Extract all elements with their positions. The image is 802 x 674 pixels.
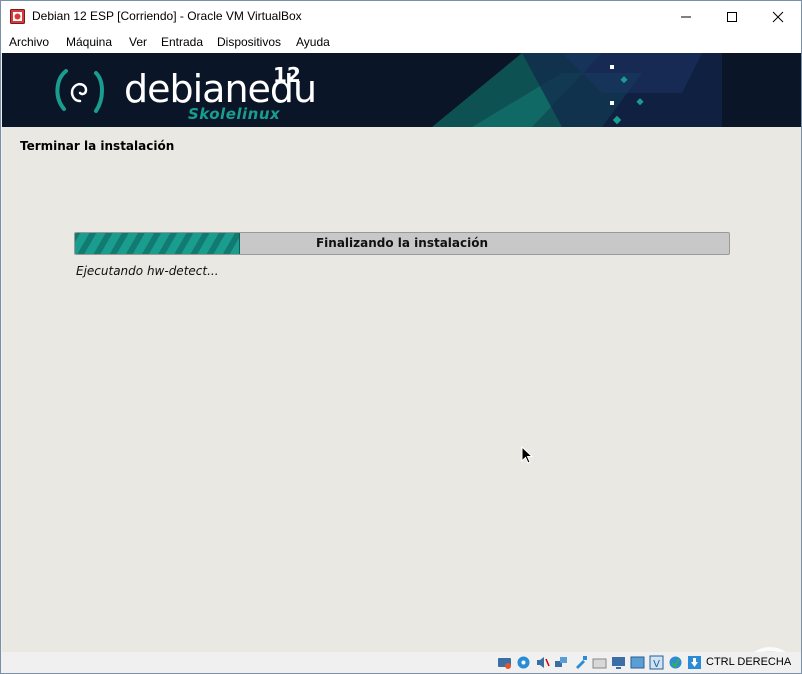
progress-bar-label: Finalizando la instalación	[315, 236, 489, 250]
progress-status-text: Ejecutando hw-detect...	[76, 264, 219, 278]
keyboard-icon[interactable]	[687, 655, 702, 670]
title-bar[interactable]: Debian 12 ESP [Corriendo] - Oracle VM Vi…	[1, 1, 801, 32]
svg-text:V: V	[653, 659, 660, 670]
menu-ayuda[interactable]: Ayuda	[296, 35, 330, 49]
virtualbox-window: Debian 12 ESP [Corriendo] - Oracle VM Vi…	[0, 0, 802, 674]
maximize-icon	[727, 11, 737, 22]
menu-maquina[interactable]: Máquina	[66, 35, 112, 49]
vm-display[interactable]: debianedu 12 Skolelinux Terminar la inst…	[2, 53, 801, 652]
usb-icon[interactable]	[573, 655, 588, 670]
mouse-cursor-icon	[521, 446, 533, 464]
menu-bar: Archivo Máquina Ver Entrada Dispositivos…	[1, 32, 801, 53]
host-key-label: CTRL DERECHA	[706, 656, 792, 668]
video-capture-icon[interactable]	[630, 655, 645, 670]
close-button[interactable]	[755, 1, 801, 32]
skolelinux-subtitle: Skolelinux	[188, 105, 281, 123]
installer-step-title: Terminar la instalación	[20, 139, 175, 153]
debianedu-version: 12	[273, 63, 301, 87]
status-bar: V CTRL DERECHA	[1, 652, 801, 673]
menu-dispositivos[interactable]: Dispositivos	[217, 35, 281, 49]
display-icon[interactable]	[611, 655, 626, 670]
shared-folders-icon[interactable]	[592, 655, 607, 670]
mouse-integration-icon[interactable]: V	[649, 655, 664, 670]
maximize-button[interactable]	[709, 1, 755, 32]
menu-ver[interactable]: Ver	[129, 35, 147, 49]
minimize-icon	[681, 16, 691, 17]
guest-additions-icon[interactable]	[668, 655, 683, 670]
window-title: Debian 12 ESP [Corriendo] - Oracle VM Vi…	[32, 9, 302, 23]
debian-swirl-logo-icon	[55, 69, 104, 113]
menu-entrada[interactable]: Entrada	[161, 35, 203, 49]
minimize-button[interactable]	[663, 1, 709, 32]
hard-disk-icon[interactable]	[497, 655, 512, 670]
audio-icon[interactable]	[535, 655, 550, 670]
menu-archivo[interactable]: Archivo	[9, 35, 49, 49]
close-icon	[772, 11, 784, 22]
debian-edu-banner: debianedu 12 Skolelinux	[2, 53, 801, 127]
network-icon[interactable]	[554, 655, 569, 670]
banner-decoration	[432, 53, 722, 127]
optical-drive-icon[interactable]	[516, 655, 531, 670]
virtualbox-app-icon	[10, 9, 25, 24]
installation-progress-bar: Finalizando la instalación	[74, 232, 730, 255]
